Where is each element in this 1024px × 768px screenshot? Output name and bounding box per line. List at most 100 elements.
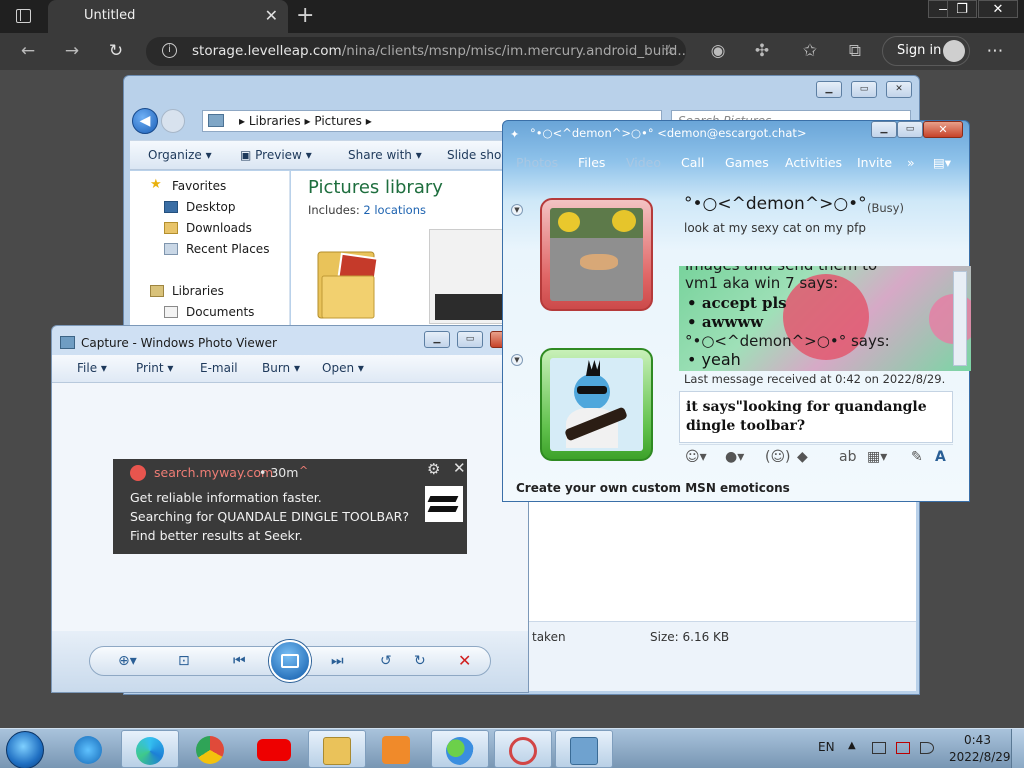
viewer-minimize-icon[interactable]: ▁ xyxy=(424,331,450,348)
volume-icon[interactable] xyxy=(920,742,934,754)
taskbar-edge[interactable] xyxy=(121,730,179,768)
details-date-taken: taken xyxy=(532,630,566,644)
message-input[interactable]: it says"looking for quandangle dingle to… xyxy=(679,391,953,443)
locations-link[interactable]: 2 locations xyxy=(363,203,426,217)
previous-icon[interactable]: ⏮ xyxy=(233,653,246,669)
notification-toast[interactable]: search.myway.com • 30m ^ ⚙ ✕ Get reliabl… xyxy=(113,459,467,554)
more-menu-icon[interactable]: » xyxy=(907,155,915,170)
taskbar-ie[interactable] xyxy=(60,730,118,768)
viewer-controls: ⊕▾ ⊡ ⏮ ⏭ ↺ ↻ ✕ xyxy=(52,631,528,692)
breadcrumb-pictures[interactable]: Pictures xyxy=(314,114,362,128)
contact-display-picture[interactable] xyxy=(540,198,653,311)
organize-button[interactable]: Organize ▾ xyxy=(148,148,212,162)
chevron-up-icon[interactable]: ^ xyxy=(299,464,308,477)
share-with-button[interactable]: Share with ▾ xyxy=(348,148,422,162)
show-hidden-icons-icon[interactable]: ▲ xyxy=(848,740,856,751)
collapse-icon[interactable]: ▼ xyxy=(511,354,523,366)
nudge-icon[interactable]: (☺) xyxy=(765,449,791,465)
forward-icon[interactable]: → xyxy=(62,41,82,61)
zoom-icon[interactable]: ⊕▾ xyxy=(118,653,137,669)
puzzle-icon[interactable]: ✣ xyxy=(752,41,772,61)
back-icon[interactable]: ← xyxy=(18,41,38,61)
burn-menu[interactable]: Burn ▾ xyxy=(262,361,300,375)
menu-games[interactable]: Games xyxy=(725,155,769,170)
show-desktop-button[interactable] xyxy=(1011,729,1024,768)
new-tab-icon[interactable]: + xyxy=(296,3,314,28)
taskbar-snipping-tool[interactable] xyxy=(494,730,552,768)
menu-call[interactable]: Call xyxy=(681,155,704,170)
file-menu[interactable]: File ▾ xyxy=(77,361,107,375)
explorer-close-icon[interactable]: ✕ xyxy=(886,81,912,98)
sign-in-button[interactable]: Sign in xyxy=(882,36,970,66)
email-menu[interactable]: E-mail xyxy=(200,361,238,375)
taskbar-media-player[interactable] xyxy=(368,730,426,768)
font-icon[interactable]: A xyxy=(935,449,946,465)
image-thumbnail[interactable] xyxy=(429,229,509,324)
menu-invite[interactable]: Invite xyxy=(857,155,892,170)
breadcrumb-libraries[interactable]: Libraries xyxy=(249,114,301,128)
favorites-icon[interactable]: ✩ xyxy=(800,41,820,61)
media-player-icon xyxy=(382,736,410,764)
explorer-back-button[interactable]: ◀ xyxy=(132,108,158,134)
actual-size-icon[interactable]: ⊡ xyxy=(178,653,190,669)
star-icon: ★ xyxy=(150,177,162,192)
taskbar-photo-viewer[interactable] xyxy=(555,730,613,768)
explorer-maximize-icon[interactable]: ▭ xyxy=(851,81,877,98)
close-window-icon[interactable]: ✕ xyxy=(978,0,1018,18)
next-icon[interactable]: ⏭ xyxy=(331,653,344,669)
action-center-icon[interactable] xyxy=(872,742,886,754)
emoticon-promo-link[interactable]: Create your own custom MSN emoticons xyxy=(516,481,790,495)
taskbar-youtube[interactable] xyxy=(245,730,303,768)
restore-icon[interactable]: ❐ xyxy=(947,0,977,18)
extension-icon[interactable]: ◉ xyxy=(708,41,728,61)
spellcheck-icon[interactable]: ab xyxy=(839,449,856,465)
taskbar-msn[interactable] xyxy=(431,730,489,768)
collections-icon[interactable]: ⧉ xyxy=(845,41,865,61)
add-favorite-icon[interactable]: ☆ xyxy=(663,41,676,59)
network-icon[interactable] xyxy=(896,742,910,754)
language-indicator[interactable]: EN xyxy=(818,740,835,754)
menu-video[interactable]: Video xyxy=(626,155,661,170)
handwriting-icon[interactable]: ✎ xyxy=(911,449,923,465)
rotate-right-icon[interactable]: ↻ xyxy=(414,653,426,669)
taskbar-chrome[interactable] xyxy=(182,730,240,768)
address-bar[interactable]: i storage.levelleap.com/nina/clients/msn… xyxy=(146,37,686,66)
clock-time[interactable]: 0:43 xyxy=(964,733,991,747)
explorer-forward-button[interactable] xyxy=(161,109,185,133)
my-display-picture[interactable] xyxy=(540,348,653,461)
menu-files[interactable]: Files xyxy=(578,155,605,170)
msn-maximize-icon[interactable]: ▭ xyxy=(897,121,923,138)
collapse-icon[interactable]: ▼ xyxy=(511,204,523,216)
emoticon-icon[interactable]: ☺▾ xyxy=(685,449,707,465)
more-icon[interactable]: ⋯ xyxy=(985,41,1005,61)
photo-viewer-icon xyxy=(570,737,598,765)
rotate-left-icon[interactable]: ↺ xyxy=(380,653,392,669)
conversation-scrollbar[interactable] xyxy=(953,271,967,366)
folder-thumbnail[interactable] xyxy=(316,236,380,322)
menu-photos[interactable]: Photos xyxy=(516,155,558,170)
print-menu[interactable]: Print ▾ xyxy=(136,361,173,375)
msn-close-icon[interactable]: ✕ xyxy=(923,121,963,138)
viewer-maximize-icon[interactable]: ▭ xyxy=(457,331,483,348)
explorer-minimize-icon[interactable]: ▁ xyxy=(816,81,842,98)
taskbar-explorer[interactable] xyxy=(308,730,366,768)
background-icon[interactable]: ▦▾ xyxy=(867,449,887,465)
slideshow-button[interactable] xyxy=(269,640,311,682)
menu-activities[interactable]: Activities xyxy=(785,155,842,170)
tab-actions-icon[interactable] xyxy=(16,9,31,23)
voice-clip-icon[interactable]: ◆ xyxy=(797,449,808,465)
start-button[interactable] xyxy=(6,731,44,768)
options-icon[interactable]: ▤▾ xyxy=(933,155,951,170)
close-icon[interactable]: ✕ xyxy=(453,459,466,477)
refresh-icon[interactable]: ↻ xyxy=(106,41,126,61)
site-info-icon[interactable]: i xyxy=(162,43,177,58)
clock-date[interactable]: 2022/8/29 xyxy=(949,750,1011,764)
browser-tab[interactable]: Untitled ✕ xyxy=(48,0,288,33)
open-menu[interactable]: Open ▾ xyxy=(322,361,364,375)
delete-icon[interactable]: ✕ xyxy=(458,651,471,670)
gear-icon[interactable]: ⚙ xyxy=(427,460,440,478)
preview-button[interactable]: ▣ Preview ▾ xyxy=(240,148,312,162)
msn-minimize-icon[interactable]: ▁ xyxy=(871,121,897,138)
close-tab-icon[interactable]: ✕ xyxy=(265,6,278,25)
wink-icon[interactable]: ●▾ xyxy=(725,449,744,465)
